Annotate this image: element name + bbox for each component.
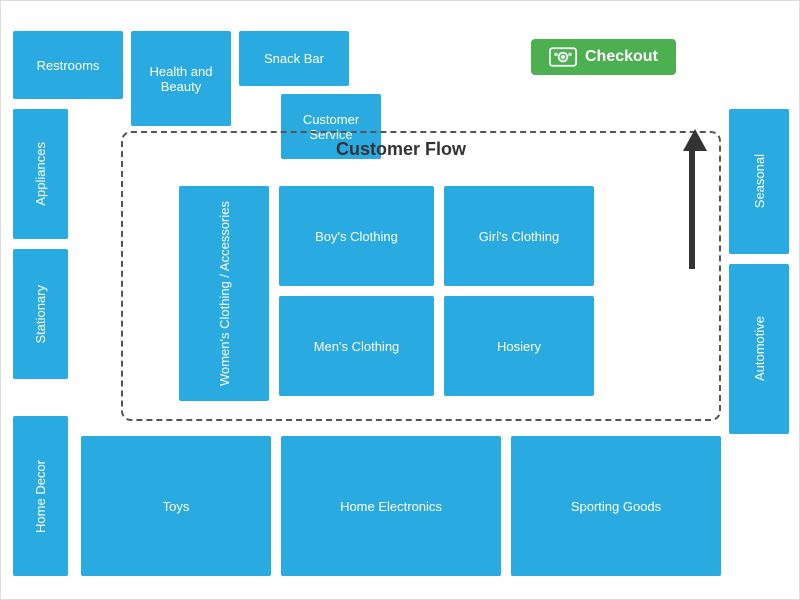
dept-automotive: Automotive <box>729 264 789 434</box>
dept-sporting-goods: Sporting Goods <box>511 436 721 576</box>
dept-restrooms: Restrooms <box>13 31 123 99</box>
dept-seasonal: Seasonal <box>729 109 789 254</box>
checkout-label: Checkout <box>585 48 658 66</box>
dept-hosiery: Hosiery <box>444 296 594 396</box>
dept-girls-clothing: Girl's Clothing <box>444 186 594 286</box>
dept-womens-clothing: Women's Clothing / Accessories <box>179 186 269 401</box>
dept-snack-bar: Snack Bar <box>239 31 349 86</box>
dept-stationary: Stationary <box>13 249 68 379</box>
dept-boys-clothing: Boy's Clothing <box>279 186 434 286</box>
dept-mens-clothing: Men's Clothing <box>279 296 434 396</box>
dept-appliances: Appliances <box>13 109 68 239</box>
dept-home-decor: Home Decor <box>13 416 68 576</box>
dept-health-beauty: Health and Beauty <box>131 31 231 126</box>
checkout-button[interactable]: Checkout <box>531 39 676 75</box>
flow-arrow-shaft <box>689 149 695 269</box>
checkout-icon <box>549 47 577 67</box>
flow-arrow-head <box>683 129 707 151</box>
store-map: Restrooms Health and Beauty Snack Bar Cu… <box>0 0 800 600</box>
dept-home-electronics: Home Electronics <box>281 436 501 576</box>
dept-toys: Toys <box>81 436 271 576</box>
customer-flow-label: Customer Flow <box>291 139 511 160</box>
